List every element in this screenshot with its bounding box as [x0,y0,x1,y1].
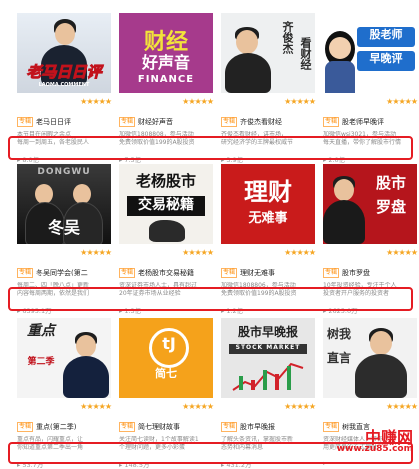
album-title[interactable]: 重点(第二季) [36,423,76,431]
album-cover[interactable]: 理财 无难事 [221,164,315,244]
album-tag: 专辑 [17,268,34,278]
album-title-row[interactable]: 专辑 理财无难事 [221,268,315,280]
cover-title-2: 看财经 [299,37,312,70]
cover-title-2: 直言 [327,351,352,365]
cover-title: 老马日日评 [26,63,102,81]
cover-title: 股市 [375,174,406,192]
cover-logo: tJ [162,334,176,353]
cover-title: 理财 [244,178,292,206]
album-title-row[interactable]: 专辑 财经好声音 [119,117,213,129]
cover-title-2: 罗盘 [375,198,406,216]
album-title[interactable]: 老马日日评 [36,118,71,126]
cover-subtitle: LAOMA COMMENT [38,82,90,88]
album-cover[interactable]: 树我 直言 [323,318,417,398]
album-title-row[interactable]: 专辑 股市罗盘 [323,268,417,280]
cover-title: DONGWU [37,167,91,177]
album-title[interactable]: 股老师早晚评 [342,118,384,126]
cover-title: 树我 [327,327,352,341]
album-title[interactable]: 冬吴同学会(第二 [36,269,88,277]
cover-subtitle: STOCK MARKET [235,344,301,351]
album-tag: 专辑 [119,422,136,432]
album-title[interactable]: 财经好声音 [138,118,173,126]
cover-title-2: 冬吴 [47,218,80,237]
album-cover[interactable]: tJ 简七 [119,318,213,398]
album-title-row[interactable]: 专辑 齐俊杰看财经 [221,117,315,129]
rating-stars: ★★★★★ [182,402,214,411]
album-cover[interactable]: 老马日日评 LAOMA COMMENT [17,13,111,93]
album-title[interactable]: 齐俊杰看财经 [240,118,282,126]
album-tag: 专辑 [221,117,238,127]
cover-title: 财经 [143,30,188,55]
cover-title: 简七 [155,367,177,380]
album-title-row[interactable]: 专辑 股市早晚报 [221,422,315,434]
cover-title-2: 早晚评 [369,52,403,65]
rating-stars: ★★★★★ [80,97,112,106]
album-tag: 专辑 [323,422,340,432]
album-cover[interactable]: DONGWU 冬吴 [17,164,111,244]
album-title-row[interactable]: 专辑 老马日日评 [17,117,111,129]
album-tag: 专辑 [119,268,136,278]
cover-title: 股老师 [369,28,403,41]
album-title[interactable]: 股市早晚报 [240,423,275,431]
rating-stars: ★★★★★ [386,97,418,106]
album-title-row[interactable]: 专辑 老杨股市交易秘籍 [119,268,213,280]
cover-subtitle: FINANCE [137,74,195,85]
watermark-url: www.zu85.com [336,444,413,454]
album-title[interactable]: 老杨股市交易秘籍 [138,269,194,277]
cover-title-2: 第二季 [27,357,55,367]
rating-stars: ★★★★★ [80,402,112,411]
album-cover[interactable]: 重点 第二季 [17,318,111,398]
cover-title: 股市早晚报 [237,325,298,339]
cover-title-2: 交易秘籍 [138,197,194,213]
rating-stars: ★★★★★ [80,248,112,257]
cover-title: 齐俊杰 [281,21,294,54]
album-tag: 专辑 [17,422,34,432]
rating-stars: ★★★★★ [386,402,418,411]
rating-stars: ★★★★★ [182,248,214,257]
album-title-row[interactable]: 专辑 简七理财故事 [119,422,213,434]
rating-stars: ★★★★★ [284,97,316,106]
cover-title: 重点 [27,323,55,339]
cover-title-2: 无难事 [248,211,288,226]
cover-title: 老杨股市 [135,172,196,190]
album-title-row[interactable]: 专辑 冬吴同学会(第二 [17,268,111,280]
album-tag: 专辑 [221,422,238,432]
album-tag: 专辑 [17,117,34,127]
album-cover[interactable]: 股市 罗盘 [323,164,417,244]
highlight-box-row1 [8,136,413,160]
album-title-row[interactable]: 专辑 股老师早晚评 [323,117,417,129]
album-cover[interactable]: 老杨股市 交易秘籍 [119,164,213,244]
album-title[interactable]: 股市罗盘 [342,269,370,277]
rating-stars: ★★★★★ [386,248,418,257]
album-cover[interactable]: 齐俊杰 看财经 [221,13,315,93]
highlight-box-row2 [8,287,413,311]
album-cover[interactable]: 财经 好声音 FINANCE [119,13,213,93]
album-title[interactable]: 简七理财故事 [138,423,180,431]
album-title-row[interactable]: 专辑 重点(第二季) [17,422,111,434]
cover-title-2: 好声音 [141,53,190,72]
rating-stars: ★★★★★ [284,248,316,257]
stock-chart-icon [232,362,304,391]
album-tag: 专辑 [119,117,136,127]
album-tag: 专辑 [323,268,340,278]
rating-stars: ★★★★★ [284,402,316,411]
album-title[interactable]: 理财无难事 [240,269,275,277]
rating-stars: ★★★★★ [182,97,214,106]
album-cover[interactable]: 股老师 早晚评 [323,13,417,93]
album-tag: 专辑 [323,117,340,127]
album-cover[interactable]: 股市早晚报 STOCK MARKET [221,318,315,398]
album-tag: 专辑 [221,268,238,278]
